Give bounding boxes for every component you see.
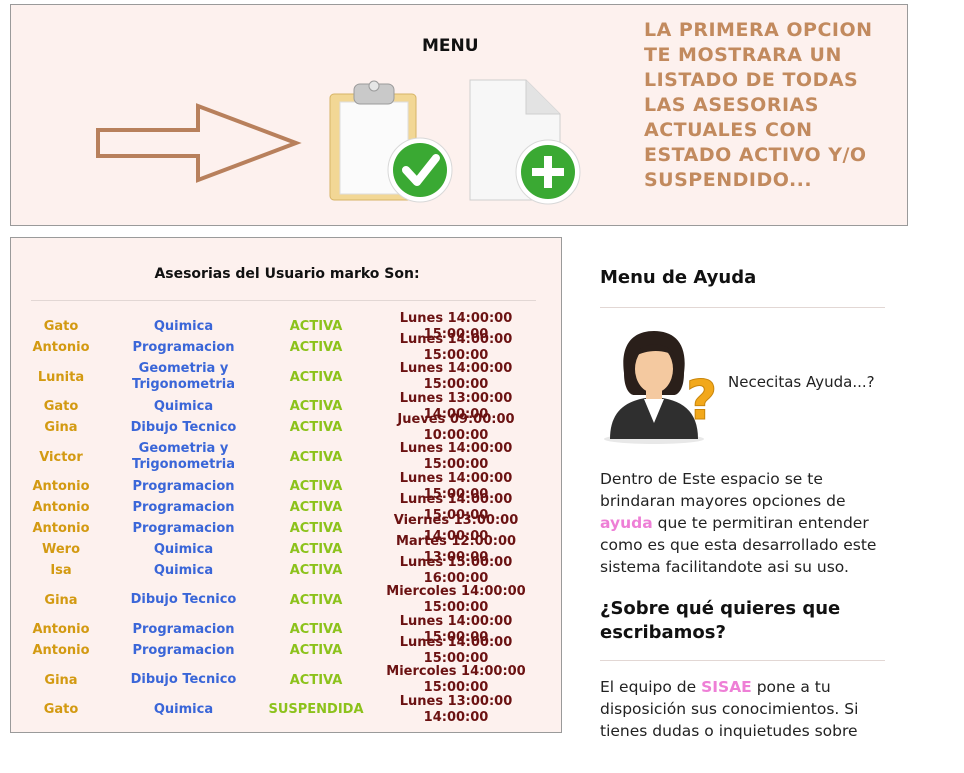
schedule-time: Miercoles 14:00:00 15:00:00: [386, 664, 526, 695]
status-badge: ACTIVA: [289, 563, 343, 578]
asesoria-subject[interactable]: Quimica: [121, 542, 246, 558]
status-badge: ACTIVA: [289, 479, 343, 494]
asesoria-subject[interactable]: Programacion: [121, 479, 246, 495]
asesor-name[interactable]: Antonio: [11, 479, 111, 494]
asesoria-subject[interactable]: Dibujo Tecnico: [121, 672, 246, 688]
status-badge: SUSPENDIDA: [268, 702, 364, 717]
asesorias-panel: Asesorias del Usuario marko Son: Gato Qui…: [10, 237, 562, 733]
status-badge: ACTIVA: [289, 420, 343, 435]
divider: [600, 660, 885, 661]
asesorias-list: Gato Quimica ACTIVA Lunes 14:00:00 15:00:00…: [11, 311, 563, 725]
help-text: Dentro de Este espacio se te brindaran m…: [600, 470, 846, 510]
asesoria-subject[interactable]: Programacion: [121, 622, 246, 638]
asesor-name[interactable]: Gina: [11, 593, 111, 608]
table-row: Antonio Programacion ACTIVA Lunes 14:00:00 …: [11, 332, 563, 363]
schedule-time: Miercoles 14:00:00 15:00:00: [386, 584, 526, 615]
asesoria-subject[interactable]: Programacion: [121, 340, 246, 356]
status-badge: ACTIVA: [289, 542, 343, 557]
arrow-right-icon: [96, 103, 302, 183]
schedule-time: Lunes 14:00:00 15:00:00: [399, 361, 513, 392]
clipboard-check-icon[interactable]: [320, 78, 460, 206]
asesoria-subject[interactable]: Geometria y Trigonometria: [121, 361, 246, 393]
asesoria-subject[interactable]: Geometria y Trigonometria: [121, 441, 246, 473]
asesoria-subject[interactable]: Quimica: [121, 702, 246, 718]
divider: [600, 307, 885, 308]
table-row: Gina Dibujo Tecnico ACTIVA Jueves 09:00:00 …: [11, 412, 563, 443]
status-badge: ACTIVA: [289, 643, 343, 658]
help-title: Menu de Ayuda: [600, 267, 757, 288]
status-badge: ACTIVA: [289, 369, 343, 385]
asesoria-subject[interactable]: Quimica: [121, 563, 246, 579]
menu-info-text: LA PRIMERA OPCION TE MOSTRARA UN LISTADO…: [644, 19, 873, 191]
sobre-title: ¿Sobre qué quieres que escribamos?: [600, 598, 841, 643]
status-badge: ACTIVA: [289, 622, 343, 637]
asesor-name[interactable]: Gina: [11, 420, 111, 435]
team-text: El equipo de: [600, 678, 702, 696]
asesoria-subject[interactable]: Quimica: [121, 399, 246, 415]
help-question: Nececitas Ayuda...?: [728, 373, 875, 391]
asesoria-subject[interactable]: Programacion: [121, 643, 246, 659]
menu-title: MENU: [422, 36, 479, 56]
status-badge: ACTIVA: [289, 340, 343, 355]
asesor-name[interactable]: Antonio: [11, 622, 111, 637]
status-badge: ACTIVA: [289, 449, 343, 465]
status-badge: ACTIVA: [289, 399, 343, 414]
new-document-icon[interactable]: [460, 78, 600, 206]
asesor-name[interactable]: Gato: [11, 399, 111, 414]
help-description: Dentro de Este espacio se te brindaran m…: [600, 468, 900, 578]
asesor-name[interactable]: Wero: [11, 542, 111, 557]
help-person-icon: ?: [604, 331, 718, 444]
asesor-name[interactable]: Victor: [11, 450, 111, 465]
asesor-name[interactable]: Gato: [11, 702, 111, 717]
svg-text:?: ?: [686, 369, 717, 432]
table-row: Antonio Programacion ACTIVA Lunes 14:00:00 …: [11, 635, 563, 666]
asesoria-subject[interactable]: Programacion: [121, 521, 246, 537]
schedule-time: Lunes 13:00:00 14:00:00: [399, 693, 513, 725]
asesor-name[interactable]: Isa: [11, 563, 111, 578]
page-footer-space: [0, 745, 964, 773]
asesor-name[interactable]: Lunita: [11, 370, 111, 385]
sisae-link[interactable]: SISAE: [701, 678, 752, 696]
schedule-time: Lunes 14:00:00 15:00:00: [399, 441, 513, 472]
asesoria-subject[interactable]: Quimica: [121, 319, 246, 335]
asesoria-subject[interactable]: Dibujo Tecnico: [121, 420, 246, 436]
status-badge: ACTIVA: [289, 500, 343, 515]
asesor-name[interactable]: Gina: [11, 673, 111, 688]
ayuda-link[interactable]: ayuda: [600, 514, 653, 532]
divider: [31, 300, 536, 301]
asesoria-subject[interactable]: Dibujo Tecnico: [121, 592, 246, 608]
asesor-name[interactable]: Antonio: [11, 643, 111, 658]
asesor-name[interactable]: Antonio: [11, 500, 111, 515]
asesorias-title: Asesorias del Usuario marko Son:: [154, 266, 420, 282]
status-badge: ACTIVA: [289, 521, 343, 536]
table-row: Isa Quimica ACTIVA Lunes 15:00:00 16:00:00: [11, 555, 563, 586]
status-badge: ACTIVA: [289, 319, 343, 334]
asesoria-subject[interactable]: Programacion: [121, 500, 246, 516]
asesor-name[interactable]: Gato: [11, 319, 111, 334]
asesor-name[interactable]: Antonio: [11, 340, 111, 355]
table-row: Gato Quimica SUSPENDIDA Lunes 13:00:00 14:0…: [11, 694, 563, 725]
status-badge: ACTIVA: [289, 672, 343, 688]
status-badge: ACTIVA: [289, 592, 343, 608]
asesor-name[interactable]: Antonio: [11, 521, 111, 536]
